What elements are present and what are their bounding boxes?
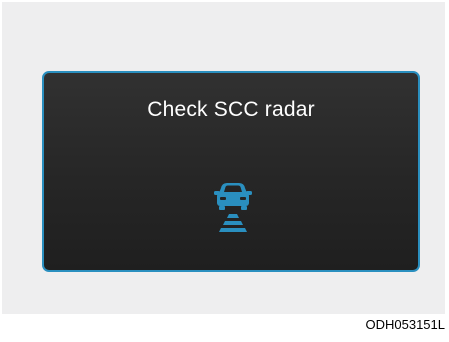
cluster-warning-display: Check SCC radar <box>42 71 420 272</box>
figure-code: ODH053151L <box>365 317 446 332</box>
warning-message: Check SCC radar <box>147 98 315 121</box>
scc-radar-car-icon <box>214 183 252 232</box>
figure-panel: Check SCC radar ODH053151L <box>0 0 449 342</box>
